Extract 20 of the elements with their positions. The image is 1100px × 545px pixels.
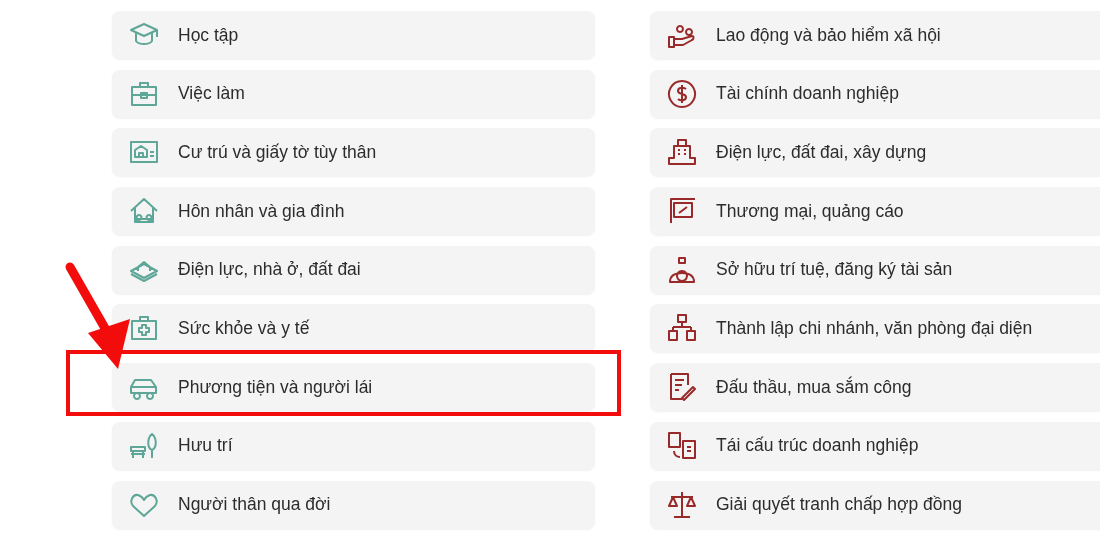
category-item[interactable]: Phương tiện và người lái <box>112 363 595 412</box>
category-item[interactable]: Tài chính doanh nghiệp <box>650 69 1100 118</box>
dollar-coin-icon <box>666 77 698 110</box>
category-item[interactable]: Giải quyết tranh chấp hợp đồng <box>650 480 1100 529</box>
category-item[interactable]: Điện lực, đất đai, xây dựng <box>650 128 1100 177</box>
category-item[interactable]: Thành lập chi nhánh, văn phòng đại diện <box>650 304 1100 353</box>
category-item[interactable]: Lao động và bảo hiểm xã hội <box>650 11 1100 59</box>
category-item[interactable]: Học tập <box>112 11 595 59</box>
documents-icon <box>666 429 698 462</box>
category-item[interactable]: Cư trú và giấy tờ tùy thân <box>112 128 595 177</box>
category-item[interactable]: Tái cấu trúc doanh nghiệp <box>650 421 1100 470</box>
category-item[interactable]: Thương mại, quảng cáo <box>650 187 1100 236</box>
category-item[interactable]: Điện lực, nhà ở, đất đai <box>112 245 595 294</box>
category-item[interactable]: Sức khỏe và y tế <box>112 304 595 353</box>
category-item[interactable]: Hôn nhân và gia đình <box>112 187 595 236</box>
category-item[interactable]: Đấu thầu, mua sắm công <box>650 363 1100 412</box>
category-item[interactable]: Người thân qua đời <box>112 480 595 529</box>
category-item[interactable]: Sở hữu trí tuệ, đăng ký tài sản <box>650 245 1100 294</box>
category-item[interactable]: Việc làm <box>112 69 595 118</box>
category-item[interactable]: Hưu trí <box>112 421 595 470</box>
